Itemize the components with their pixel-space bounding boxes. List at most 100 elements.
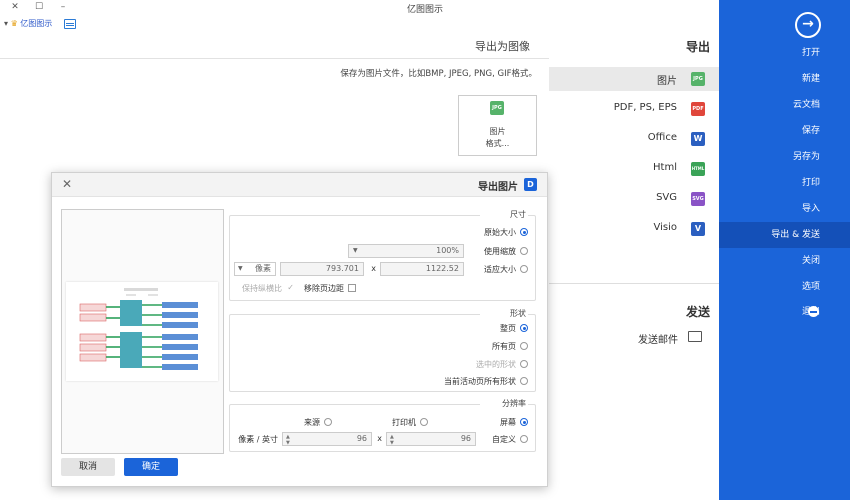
radio-use-zoom[interactable] — [520, 247, 528, 255]
send-email-button[interactable]: 发送邮件 — [600, 331, 678, 346]
dpi-x-field[interactable]: ▲ ▼ 96 — [386, 432, 476, 446]
radio-source[interactable] — [324, 418, 332, 426]
label-all-pages: 所有页 — [492, 342, 516, 351]
ribbon-toggle-icon[interactable] — [64, 19, 76, 29]
sidebar-item-label: 另存为 — [792, 152, 820, 162]
dpi-y-value: 96 — [356, 434, 367, 443]
format-label: PDF, PS, EPS — [613, 102, 677, 113]
sidebar-item-open[interactable]: 打开 — [719, 40, 850, 66]
dialog-title: 导出图片 — [478, 182, 518, 193]
radio-printer[interactable] — [420, 418, 428, 426]
format-item-pdf[interactable]: PDF, PS, EPS PDF — [549, 97, 719, 121]
svg-icon: SVG — [691, 192, 705, 206]
visio-icon: V — [691, 222, 705, 236]
exit-icon — [808, 306, 819, 317]
content-title: 导出为图像 — [475, 40, 530, 53]
label-custom: 自定义 — [492, 435, 516, 444]
size-group-title: 尺寸 — [480, 209, 528, 220]
sidebar-item-exit[interactable]: 退出 — [719, 299, 850, 325]
shape-group-title: 形状 — [480, 308, 528, 319]
label-current-page-shapes: 当前活动页所有形状 — [444, 377, 516, 386]
radio-fit-size[interactable] — [520, 265, 528, 273]
sidebar-item-options[interactable]: 选项 — [719, 274, 850, 300]
radio-all-pages[interactable] — [520, 342, 528, 350]
format-item-visio[interactable]: Visio V — [549, 217, 719, 241]
format-item-svg[interactable]: SVG SVG — [549, 187, 719, 211]
label-printer: 打印机 — [392, 418, 416, 427]
html-icon: HTML — [691, 162, 705, 176]
cancel-button[interactable]: 取消 — [61, 458, 115, 476]
resolution-unit: 像素 / 英寸 — [238, 435, 278, 444]
format-label: Visio — [653, 222, 677, 233]
height-field[interactable]: 793.701 — [280, 262, 364, 276]
sidebar-item-label: 打印 — [801, 178, 820, 188]
sidebar-item-label: 导入 — [801, 204, 820, 214]
close-window-icon[interactable]: ✕ — [8, 1, 22, 13]
send-heading: 发送 — [685, 305, 710, 319]
zoom-select[interactable]: ▼ 100% — [348, 244, 464, 258]
jpg-icon: JPG — [490, 101, 504, 115]
radio-current-page-shapes[interactable] — [520, 377, 528, 385]
resolution-group-title: 分辨率 — [480, 398, 528, 409]
dropdown-caret-icon[interactable]: ▾ — [4, 19, 8, 28]
crown-icon: ♛ — [10, 19, 18, 28]
close-icon[interactable]: ✕ — [60, 177, 74, 191]
label-remove-margin: 移除页边距 — [304, 284, 344, 293]
app-logo-icon: D — [524, 178, 537, 191]
format-item-image[interactable]: 图片 JPG — [549, 67, 719, 91]
radio-selected-shapes[interactable] — [520, 360, 528, 368]
dpi-y-field[interactable]: ▲ ▼ 96 — [282, 432, 372, 446]
jpg-icon: JPG — [691, 72, 705, 86]
spinner-icon[interactable]: ▲ ▼ — [286, 434, 290, 446]
format-item-office[interactable]: Office W — [549, 127, 719, 151]
sidebar-item-save-as[interactable]: 另存为 — [719, 144, 850, 170]
dpi-x-value: 96 — [460, 434, 471, 443]
divider — [549, 283, 719, 284]
remove-margin-checkbox[interactable] — [348, 284, 356, 292]
label-whole-page: 整页 — [500, 324, 516, 333]
maximize-window-icon[interactable]: ☐ — [32, 1, 46, 13]
zoom-value: 100% — [436, 246, 459, 255]
radio-whole-page[interactable] — [520, 324, 528, 332]
sidebar-item-cloud[interactable]: 云文档 — [719, 92, 850, 118]
sidebar-item-print[interactable]: 打印 — [719, 170, 850, 196]
times-sign: x — [371, 264, 376, 273]
height-value: 793.701 — [325, 264, 359, 273]
divider — [0, 58, 549, 59]
email-icon[interactable] — [688, 331, 702, 342]
sidebar-item-label: 打开 — [801, 48, 820, 58]
minimize-window-icon[interactable]: – — [56, 1, 70, 13]
pdf-icon: PDF — [691, 102, 705, 116]
size-unit-select[interactable]: ▼ 像素 — [234, 262, 276, 276]
ok-button[interactable]: 确定 — [124, 458, 178, 476]
width-field[interactable]: 1122.52 — [380, 262, 464, 276]
diagram-thumbnail-icon — [79, 288, 198, 370]
sidebar-item-close[interactable]: 关闭 — [719, 248, 850, 274]
format-label: Office — [647, 132, 677, 143]
spinner-icon[interactable]: ▲ ▼ — [390, 434, 394, 446]
back-arrow-icon[interactable]: → — [795, 12, 821, 38]
sidebar-item-save[interactable]: 保存 — [719, 118, 850, 144]
sidebar-item-label: 云文档 — [792, 100, 820, 110]
quick-access-brand[interactable]: ▾ ♛ 亿图图示 — [4, 18, 52, 29]
sidebar-item-new[interactable]: 新建 — [719, 66, 850, 92]
radio-screen[interactable] — [520, 418, 528, 426]
radio-original-size[interactable] — [520, 228, 528, 236]
chevron-down-icon: ▼ — [238, 265, 243, 272]
sidebar-item-label: 保存 — [801, 126, 820, 136]
sidebar-item-label: 导出 & 发送 — [771, 230, 820, 240]
sidebar-item-export-send[interactable]: 导出 & 发送 — [719, 222, 850, 248]
radio-custom[interactable] — [520, 435, 528, 443]
sidebar-item-import[interactable]: 导入 — [719, 196, 850, 222]
format-label: 图片 — [657, 76, 677, 87]
sidebar-item-label: 关闭 — [801, 256, 820, 266]
export-heading: 导出 — [685, 40, 710, 54]
times-sign: x — [377, 434, 382, 443]
preview-thumbnail — [66, 282, 218, 381]
label-original-size: 原始大小 — [484, 228, 516, 237]
sidebar-item-label: 选项 — [801, 282, 820, 292]
label-selected-shapes: 选中的形状 — [476, 360, 516, 369]
unit-value: 像素 — [255, 264, 271, 273]
format-item-html[interactable]: Html HTML — [549, 157, 719, 181]
word-icon: W — [691, 132, 705, 146]
